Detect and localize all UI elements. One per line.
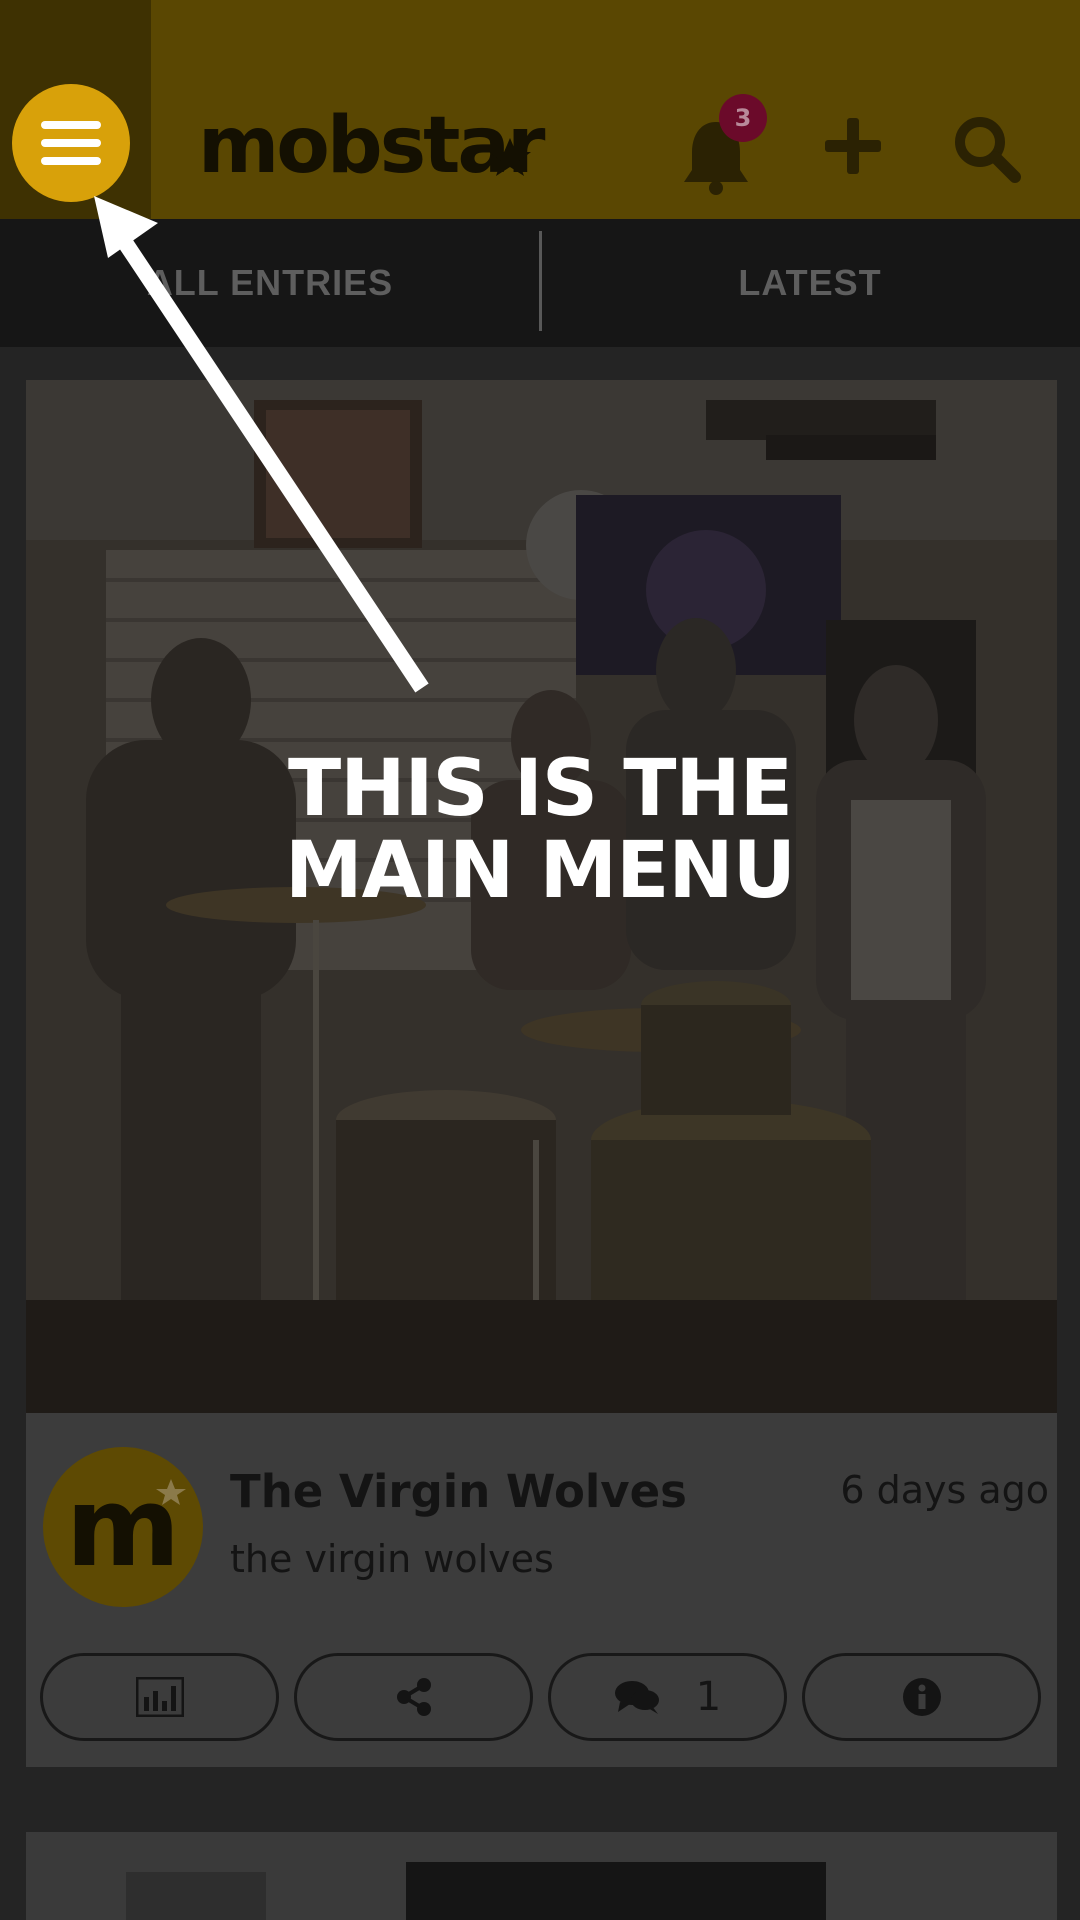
comment-button[interactable]: 1: [548, 1653, 787, 1741]
entry-card: m The Virgin Wolves 6 days ago the virgi…: [26, 380, 1057, 1767]
entry-subtitle: the virgin wolves: [230, 1537, 554, 1581]
svg-text:mobstar: mobstar: [198, 110, 546, 190]
tutorial-caption-line1: THIS IS THE: [288, 744, 793, 834]
comment-icon: [614, 1681, 659, 1714]
bar-chart-icon: [135, 1677, 184, 1717]
stats-button[interactable]: [40, 1653, 279, 1741]
share-button[interactable]: [294, 1653, 533, 1741]
tutorial-caption: THIS IS THE MAIN MENU: [240, 748, 840, 912]
next-entry-card[interactable]: [26, 1832, 1057, 1920]
info-icon: [902, 1678, 941, 1716]
tab-bar: ALL ENTRIES LATEST: [0, 219, 1080, 347]
info-button[interactable]: [802, 1653, 1041, 1741]
tab-all-entries[interactable]: ALL ENTRIES: [0, 219, 540, 347]
avatar[interactable]: m: [43, 1447, 203, 1607]
svg-text:m: m: [66, 1463, 181, 1591]
tutorial-caption-line2: MAIN MENU: [285, 826, 796, 916]
menu-icon: [41, 121, 101, 165]
comment-count: 1: [695, 1674, 722, 1720]
notification-badge: 3: [719, 94, 767, 142]
entry-title[interactable]: The Virgin Wolves: [230, 1465, 687, 1518]
menu-button[interactable]: [12, 84, 130, 202]
plus-icon[interactable]: [825, 118, 881, 174]
search-icon[interactable]: [952, 114, 1022, 184]
mobstar-avatar-icon: m: [66, 1463, 186, 1591]
app-header: mobstar 3: [0, 0, 1080, 219]
tab-latest[interactable]: LATEST: [540, 219, 1080, 347]
entry-timestamp: 6 days ago: [840, 1468, 1049, 1512]
share-icon: [396, 1678, 431, 1716]
mobstar-logo: mobstar: [198, 110, 549, 190]
